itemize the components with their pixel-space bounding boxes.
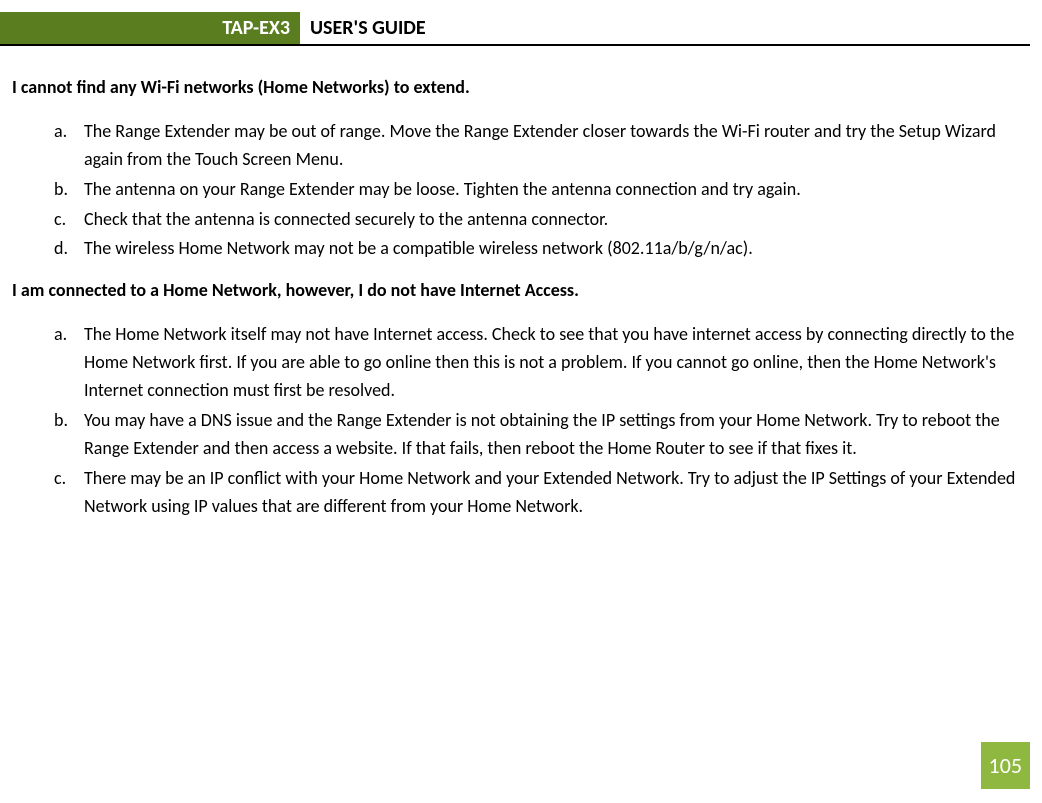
section1-item-c: c. Check that the antenna is connected s… bbox=[84, 206, 1024, 234]
product-badge: TAP-EX3 bbox=[0, 12, 300, 44]
list-marker: c. bbox=[54, 465, 66, 493]
document-title: USER'S GUIDE bbox=[300, 12, 436, 44]
list-text: The Home Network itself may not have Int… bbox=[84, 323, 1014, 401]
list-marker: b. bbox=[54, 407, 68, 435]
list-text: The Range Extender may be out of range. … bbox=[84, 120, 996, 170]
section2-item-a: a. The Home Network itself may not have … bbox=[84, 321, 1024, 405]
list-text: Check that the antenna is connected secu… bbox=[84, 208, 608, 230]
list-marker: a. bbox=[54, 118, 67, 146]
list-text: There may be an IP conflict with your Ho… bbox=[84, 467, 1015, 517]
list-marker: a. bbox=[54, 321, 67, 349]
list-text: The wireless Home Network may not be a c… bbox=[84, 237, 753, 259]
section2-heading: I am connected to a Home Network, howeve… bbox=[12, 277, 1024, 305]
section1-list: a. The Range Extender may be out of rang… bbox=[12, 118, 1024, 263]
section1-item-d: d. The wireless Home Network may not be … bbox=[84, 235, 1024, 263]
list-text: The antenna on your Range Extender may b… bbox=[84, 178, 801, 200]
section1-item-a: a. The Range Extender may be out of rang… bbox=[84, 118, 1024, 174]
list-text: You may have a DNS issue and the Range E… bbox=[84, 409, 1000, 459]
section1-heading: I cannot find any Wi-Fi networks (Home N… bbox=[12, 74, 1024, 102]
section1-item-b: b. The antenna on your Range Extender ma… bbox=[84, 176, 1024, 204]
section2-item-c: c. There may be an IP conflict with your… bbox=[84, 465, 1024, 521]
document-header: TAP-EX3 USER'S GUIDE bbox=[0, 12, 1030, 46]
section2-item-b: b. You may have a DNS issue and the Rang… bbox=[84, 407, 1024, 463]
list-marker: c. bbox=[54, 206, 66, 234]
list-marker: d. bbox=[54, 235, 68, 263]
page-number: 105 bbox=[981, 742, 1030, 789]
section2-list: a. The Home Network itself may not have … bbox=[12, 321, 1024, 520]
document-body: I cannot find any Wi-Fi networks (Home N… bbox=[0, 46, 1042, 520]
list-marker: b. bbox=[54, 176, 68, 204]
